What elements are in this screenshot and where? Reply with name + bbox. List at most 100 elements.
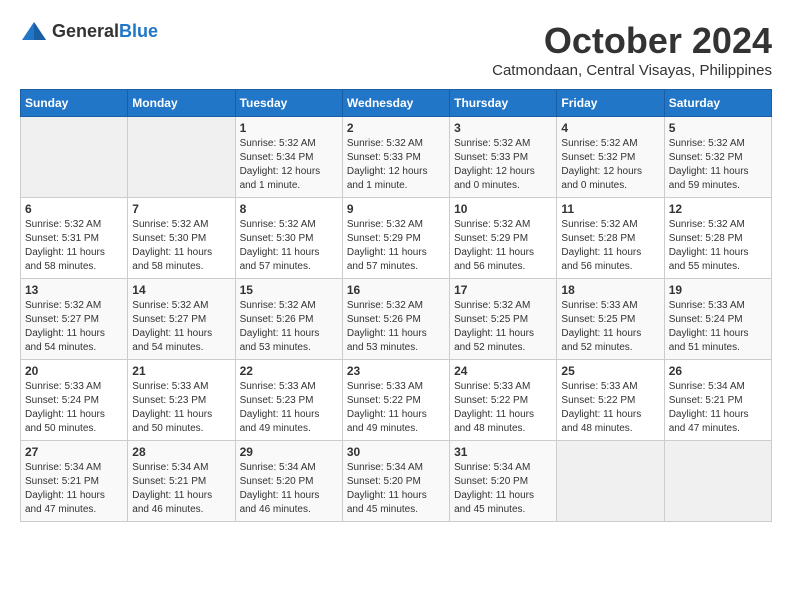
calendar-cell: 2 Sunrise: 5:32 AMSunset: 5:33 PMDaylight… [342, 117, 449, 198]
logo-general: General [52, 21, 119, 41]
day-info: Sunrise: 5:33 AMSunset: 5:24 PMDaylight:… [669, 299, 767, 355]
calendar-week-1: 1 Sunrise: 5:32 AMSunset: 5:34 PMDaylight… [21, 117, 772, 198]
day-info: Sunrise: 5:34 AMSunset: 5:20 PMDaylight:… [347, 461, 445, 517]
calendar-cell: 7Sunrise: 5:32 AMSunset: 5:30 PMDaylight… [128, 198, 235, 279]
calendar-cell [664, 441, 771, 522]
calendar-cell: 5Sunrise: 5:32 AMSunset: 5:32 PMDaylight… [664, 117, 771, 198]
calendar-cell: 15 Sunrise: 5:32 AMSunset: 5:26 PMDayligh… [235, 279, 342, 360]
day-number: 8 [240, 202, 338, 216]
weekday-header-tuesday: Tuesday [235, 90, 342, 117]
calendar-cell: 3 Sunrise: 5:32 AMSunset: 5:33 PMDaylight… [450, 117, 557, 198]
day-number: 6 [25, 202, 123, 216]
day-info: Sunrise: 5:33 AMSunset: 5:22 PMDaylight:… [347, 380, 445, 436]
calendar-cell: 25Sunrise: 5:33 AMSunset: 5:22 PMDayligh… [557, 360, 664, 441]
day-info: Sunrise: 5:34 AMSunset: 5:21 PMDaylight:… [132, 461, 230, 517]
day-number: 15 [240, 283, 338, 297]
day-number: 25 [561, 364, 659, 378]
calendar-cell: 23 Sunrise: 5:33 AMSunset: 5:22 PMDayligh… [342, 360, 449, 441]
day-number: 4 [561, 121, 659, 135]
weekday-header-row: SundayMondayTuesdayWednesdayThursdayFrid… [21, 90, 772, 117]
calendar-cell: 22Sunrise: 5:33 AMSunset: 5:23 PMDayligh… [235, 360, 342, 441]
day-info: Sunrise: 5:32 AMSunset: 5:28 PMDaylight:… [669, 218, 767, 274]
day-number: 14 [132, 283, 230, 297]
calendar-week-4: 20 Sunrise: 5:33 AMSunset: 5:24 PMDayligh… [21, 360, 772, 441]
month-title: October 2024 [492, 20, 772, 62]
day-info: Sunrise: 5:32 AMSunset: 5:30 PMDaylight:… [132, 218, 230, 274]
calendar-cell: 28 Sunrise: 5:34 AMSunset: 5:21 PMDayligh… [128, 441, 235, 522]
weekday-header-wednesday: Wednesday [342, 90, 449, 117]
day-number: 2 [347, 121, 445, 135]
day-info: Sunrise: 5:33 AMSunset: 5:23 PMDaylight:… [240, 380, 338, 436]
day-info: Sunrise: 5:33 AMSunset: 5:22 PMDaylight:… [454, 380, 552, 436]
day-number: 11 [561, 202, 659, 216]
calendar-cell [557, 441, 664, 522]
calendar-cell: 24 Sunrise: 5:33 AMSunset: 5:22 PMDayligh… [450, 360, 557, 441]
day-number: 21 [132, 364, 230, 378]
day-number: 5 [669, 121, 767, 135]
calendar-cell: 14Sunrise: 5:32 AMSunset: 5:27 PMDayligh… [128, 279, 235, 360]
day-number: 17 [454, 283, 552, 297]
weekday-header-sunday: Sunday [21, 90, 128, 117]
day-info: Sunrise: 5:32 AMSunset: 5:26 PMDaylight:… [240, 299, 338, 355]
day-info: Sunrise: 5:33 AMSunset: 5:23 PMDaylight:… [132, 380, 230, 436]
calendar-cell: 26 Sunrise: 5:34 AMSunset: 5:21 PMDayligh… [664, 360, 771, 441]
day-info: Sunrise: 5:34 AMSunset: 5:21 PMDaylight:… [25, 461, 123, 517]
calendar-cell: 16 Sunrise: 5:32 AMSunset: 5:26 PMDayligh… [342, 279, 449, 360]
location-subtitle: Catmondaan, Central Visayas, Philippines [492, 62, 772, 79]
weekday-header-thursday: Thursday [450, 90, 557, 117]
calendar-cell: 20 Sunrise: 5:33 AMSunset: 5:24 PMDayligh… [21, 360, 128, 441]
page-header: GeneralBlue October 2024 Catmondaan, Cen… [20, 20, 772, 79]
calendar-cell: 17Sunrise: 5:32 AMSunset: 5:25 PMDayligh… [450, 279, 557, 360]
day-info: Sunrise: 5:32 AMSunset: 5:29 PMDaylight:… [347, 218, 445, 274]
day-number: 3 [454, 121, 552, 135]
day-number: 31 [454, 445, 552, 459]
calendar-cell [128, 117, 235, 198]
day-number: 10 [454, 202, 552, 216]
day-number: 26 [669, 364, 767, 378]
weekday-header-saturday: Saturday [664, 90, 771, 117]
day-number: 23 [347, 364, 445, 378]
day-number: 1 [240, 121, 338, 135]
weekday-header-monday: Monday [128, 90, 235, 117]
calendar-cell [21, 117, 128, 198]
calendar-cell: 29 Sunrise: 5:34 AMSunset: 5:20 PMDayligh… [235, 441, 342, 522]
day-info: Sunrise: 5:32 AMSunset: 5:26 PMDaylight:… [347, 299, 445, 355]
calendar-cell: 4 Sunrise: 5:32 AMSunset: 5:32 PMDaylight… [557, 117, 664, 198]
day-number: 29 [240, 445, 338, 459]
calendar-table: SundayMondayTuesdayWednesdayThursdayFrid… [20, 89, 772, 522]
day-info: Sunrise: 5:34 AMSunset: 5:21 PMDaylight:… [669, 380, 767, 436]
calendar-cell: 6 Sunrise: 5:32 AMSunset: 5:31 PMDaylight… [21, 198, 128, 279]
day-info: Sunrise: 5:32 AMSunset: 5:33 PMDaylight:… [454, 137, 552, 193]
day-info: Sunrise: 5:32 AMSunset: 5:27 PMDaylight:… [25, 299, 123, 355]
day-info: Sunrise: 5:32 AMSunset: 5:30 PMDaylight:… [240, 218, 338, 274]
day-info: Sunrise: 5:32 AMSunset: 5:29 PMDaylight:… [454, 218, 552, 274]
calendar-cell: 10 Sunrise: 5:32 AMSunset: 5:29 PMDayligh… [450, 198, 557, 279]
day-number: 28 [132, 445, 230, 459]
day-number: 19 [669, 283, 767, 297]
logo-icon [20, 20, 48, 42]
day-info: Sunrise: 5:32 AMSunset: 5:33 PMDaylight:… [347, 137, 445, 193]
calendar-cell: 27Sunrise: 5:34 AMSunset: 5:21 PMDayligh… [21, 441, 128, 522]
day-number: 30 [347, 445, 445, 459]
day-info: Sunrise: 5:32 AMSunset: 5:32 PMDaylight:… [561, 137, 659, 193]
day-number: 20 [25, 364, 123, 378]
calendar-cell: 30 Sunrise: 5:34 AMSunset: 5:20 PMDayligh… [342, 441, 449, 522]
day-number: 24 [454, 364, 552, 378]
weekday-header-friday: Friday [557, 90, 664, 117]
calendar-week-5: 27Sunrise: 5:34 AMSunset: 5:21 PMDayligh… [21, 441, 772, 522]
logo-blue: Blue [119, 21, 158, 41]
day-number: 12 [669, 202, 767, 216]
calendar-cell: 11Sunrise: 5:32 AMSunset: 5:28 PMDayligh… [557, 198, 664, 279]
calendar-cell: 13Sunrise: 5:32 AMSunset: 5:27 PMDayligh… [21, 279, 128, 360]
day-info: Sunrise: 5:33 AMSunset: 5:24 PMDaylight:… [25, 380, 123, 436]
day-info: Sunrise: 5:32 AMSunset: 5:31 PMDaylight:… [25, 218, 123, 274]
calendar-cell: 12 Sunrise: 5:32 AMSunset: 5:28 PMDayligh… [664, 198, 771, 279]
title-block: October 2024 Catmondaan, Central Visayas… [492, 20, 772, 79]
calendar-cell: 18Sunrise: 5:33 AMSunset: 5:25 PMDayligh… [557, 279, 664, 360]
day-info: Sunrise: 5:34 AMSunset: 5:20 PMDaylight:… [454, 461, 552, 517]
day-number: 9 [347, 202, 445, 216]
day-info: Sunrise: 5:34 AMSunset: 5:20 PMDaylight:… [240, 461, 338, 517]
day-info: Sunrise: 5:32 AMSunset: 5:34 PMDaylight:… [240, 137, 338, 193]
day-number: 16 [347, 283, 445, 297]
calendar-cell: 19 Sunrise: 5:33 AMSunset: 5:24 PMDayligh… [664, 279, 771, 360]
